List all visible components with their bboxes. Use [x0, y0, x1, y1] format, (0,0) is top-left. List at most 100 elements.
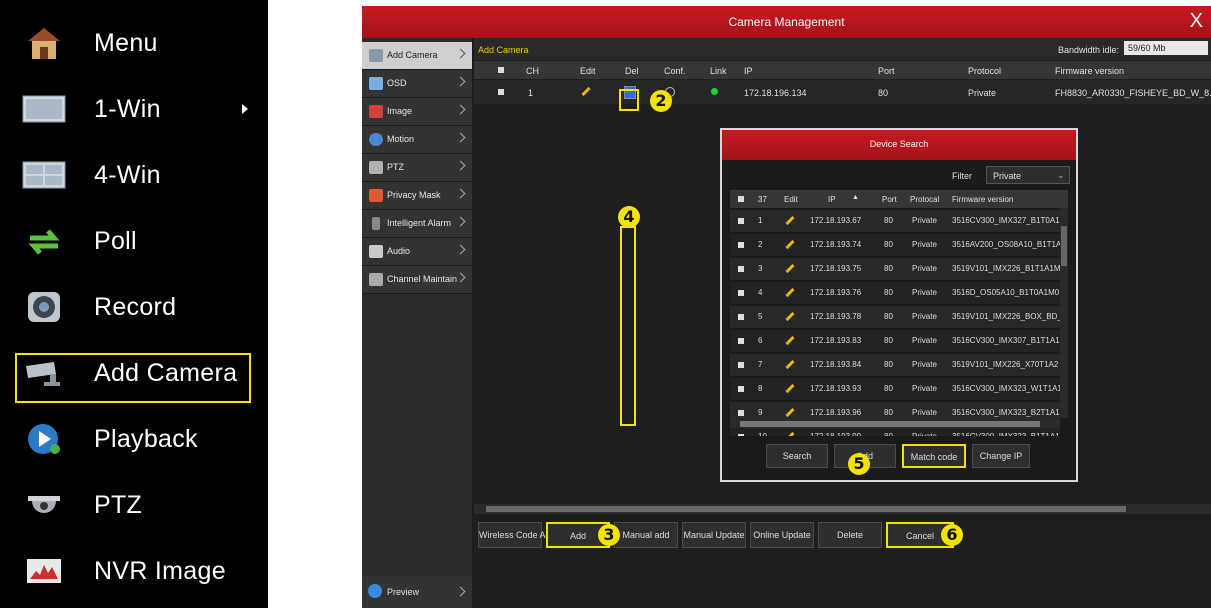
- edit-pencil-icon[interactable]: [785, 335, 795, 346]
- list-item[interactable]: 6 172.18.193.83 80 Private 3516CV300_IMX307_…: [730, 330, 1060, 352]
- step-badge-6: 6: [941, 524, 963, 546]
- list-item[interactable]: 1 172.18.193.67 80 Private 3516CV300_IMX327_…: [730, 210, 1060, 232]
- cell-protocol: Private: [912, 336, 937, 345]
- sidebar-item-add-camera[interactable]: Add Camera: [362, 42, 472, 70]
- cell-ip: 172.18.193.76: [810, 288, 862, 297]
- row-checkbox[interactable]: [498, 89, 504, 95]
- scroll-thumb[interactable]: [1061, 226, 1067, 266]
- sidebar-item-osd[interactable]: OSD: [362, 70, 472, 98]
- edit-pencil-icon[interactable]: [785, 407, 795, 418]
- menu-item-poll[interactable]: Poll: [0, 208, 268, 274]
- row-checkbox[interactable]: [738, 218, 744, 224]
- row-checkbox[interactable]: [738, 338, 744, 344]
- list-item[interactable]: 8 172.18.193.93 80 Private 3516CV300_IMX323_…: [730, 378, 1060, 400]
- list-item[interactable]: 7 172.18.193.84 80 Private 3519V101_IMX226_X…: [730, 354, 1060, 376]
- search-button[interactable]: Search: [766, 444, 828, 468]
- manual-add-button[interactable]: Manual add: [614, 522, 678, 548]
- scroll-thumb[interactable]: [486, 506, 1126, 512]
- menu-item-record[interactable]: Record: [0, 274, 268, 340]
- cell-protocol: Private: [912, 240, 937, 249]
- menu-item-nvr-image[interactable]: NVR Image: [0, 538, 268, 604]
- sort-ascending-icon[interactable]: ▲: [852, 194, 859, 201]
- menu-item-menu[interactable]: Menu: [0, 10, 268, 76]
- preview-icon: [368, 584, 382, 598]
- horizontal-scrollbar[interactable]: [730, 420, 1060, 428]
- sidebar-item-channel-maintain[interactable]: Channel Maintain: [362, 266, 472, 294]
- device-search-dialog: Device Search Filter Private ⌄ 37 Edit I…: [720, 128, 1078, 482]
- filter-select[interactable]: Private ⌄: [986, 166, 1070, 184]
- step-badge-3: 3: [598, 524, 620, 546]
- chevron-down-icon: ⌄: [1057, 170, 1065, 180]
- bandwidth-label: Bandwidth idle:: [1058, 45, 1120, 55]
- chevron-right-icon: [455, 104, 466, 115]
- submenu-arrow-icon: [242, 104, 248, 114]
- menu-item-ptz[interactable]: PTZ: [0, 472, 268, 538]
- privacy-mask-icon: [369, 189, 383, 202]
- cell-ip: 172.18.193.93: [810, 384, 862, 393]
- row-checkbox[interactable]: [738, 242, 744, 248]
- motion-icon: [369, 133, 383, 146]
- tools-icon: [369, 273, 383, 286]
- chevron-right-icon: [455, 586, 466, 597]
- sidebar-item-preview[interactable]: Preview: [362, 576, 472, 608]
- cell-ip: 172.18.193.84: [810, 360, 862, 369]
- sidebar-item-privacy-mask[interactable]: Privacy Mask: [362, 182, 472, 210]
- cell-protocol: Private: [912, 432, 948, 436]
- close-icon[interactable]: X: [1190, 10, 1203, 32]
- horizontal-scrollbar[interactable]: [474, 504, 1211, 514]
- row-checkbox[interactable]: [738, 290, 744, 296]
- scroll-thumb[interactable]: [740, 421, 1040, 427]
- list-item[interactable]: 4 172.18.193.76 80 Private 3516D_OS05A10_B1T…: [730, 282, 1060, 304]
- camera-management-window: Camera Management X Add Camera OSD Image…: [362, 6, 1211, 608]
- edit-pencil-icon[interactable]: [785, 239, 795, 250]
- sidebar-item-ptz[interactable]: PTZ: [362, 154, 472, 182]
- cell-port: 80: [884, 432, 904, 436]
- edit-pencil-icon[interactable]: [785, 311, 795, 322]
- row-checkbox[interactable]: [738, 266, 744, 272]
- edit-pencil-icon[interactable]: [785, 359, 795, 370]
- cell-port: 80: [884, 216, 893, 225]
- list-item[interactable]: 5 172.18.193.78 80 Private 3519V101_IMX226_B…: [730, 306, 1060, 328]
- edit-pencil-icon[interactable]: [785, 383, 795, 394]
- edit-pencil-icon[interactable]: [581, 86, 591, 97]
- chevron-right-icon: [455, 160, 466, 171]
- match-code-button[interactable]: Match code: [902, 444, 966, 468]
- online-update-button[interactable]: Online Update: [750, 522, 814, 548]
- row-checkbox[interactable]: [738, 410, 744, 416]
- sidebar-item-audio[interactable]: Audio: [362, 238, 472, 266]
- select-all-checkbox[interactable]: [738, 196, 744, 202]
- cell-port: 80: [884, 384, 893, 393]
- add-camera-header: Add Camera Bandwidth idle: 59/60 Mb: [474, 38, 1211, 60]
- delete-button[interactable]: Delete: [818, 522, 882, 548]
- sidebar-item-intelligent-alarm[interactable]: Intelligent Alarm: [362, 210, 472, 238]
- cell-protocol: Private: [912, 408, 937, 417]
- row-checkbox[interactable]: [738, 434, 744, 436]
- image-icon: [369, 105, 383, 118]
- sidebar-item-motion[interactable]: Motion: [362, 126, 472, 154]
- osd-icon: [369, 77, 383, 90]
- vertical-scrollbar[interactable]: [1060, 208, 1068, 418]
- edit-pencil-icon[interactable]: [785, 431, 795, 436]
- edit-pencil-icon[interactable]: [785, 287, 795, 298]
- menu-item-playback[interactable]: Playback: [0, 406, 268, 472]
- row-checkbox[interactable]: [738, 362, 744, 368]
- row-checkbox[interactable]: [738, 386, 744, 392]
- manual-update-button[interactable]: Manual Update: [682, 522, 746, 548]
- edit-pencil-icon[interactable]: [785, 263, 795, 274]
- row-checkbox[interactable]: [738, 314, 744, 320]
- menu-item-4-win[interactable]: 4-Win: [0, 142, 268, 208]
- cell-firmware: 3519V101_IMX226_X70T1A2: [952, 360, 1059, 369]
- select-all-checkbox[interactable]: [498, 67, 504, 73]
- edit-pencil-icon[interactable]: [785, 215, 795, 226]
- cell-port: 80: [884, 240, 893, 249]
- list-item[interactable]: 3 172.18.193.75 80 Private 3519V101_IMX226_B…: [730, 258, 1060, 280]
- wireless-code-add-button[interactable]: Wireless Code Add: [478, 522, 556, 548]
- sidebar-item-image[interactable]: Image: [362, 98, 472, 126]
- settings-sidebar: Add Camera OSD Image Motion PTZ Privacy …: [362, 38, 472, 608]
- table-row[interactable]: 1 172.18.196.134 80 Private FH8830_AR033…: [474, 80, 1211, 104]
- change-ip-button[interactable]: Change IP: [972, 444, 1030, 468]
- delete-highlight: [619, 89, 639, 111]
- record-icon: [22, 287, 66, 327]
- list-item[interactable]: 2 172.18.193.74 80 Private 3516AV200_OS08A10…: [730, 234, 1060, 256]
- menu-item-1-win[interactable]: 1-Win: [0, 76, 268, 142]
